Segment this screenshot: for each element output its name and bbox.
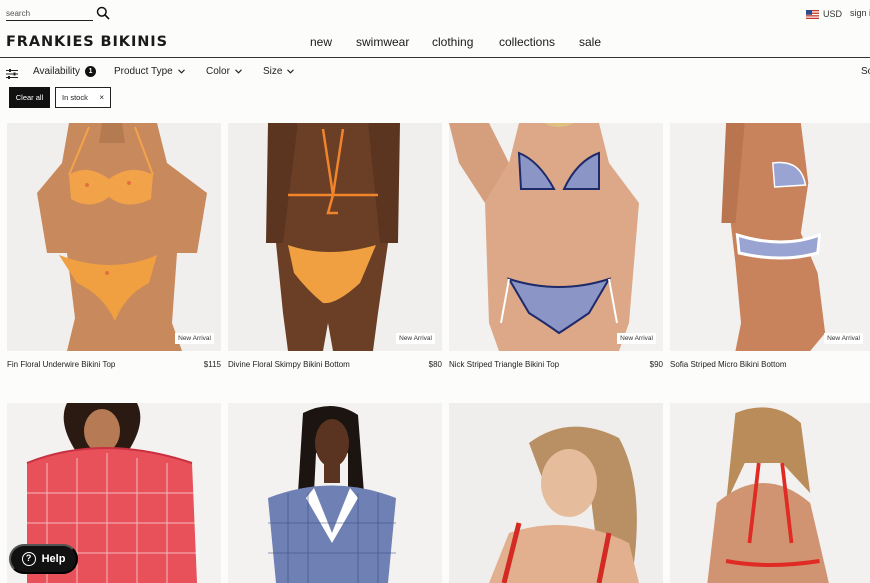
product-image[interactable]: New Arrival xyxy=(670,123,870,351)
clear-all-button[interactable]: Clear all xyxy=(9,87,50,108)
help-label: Help xyxy=(41,553,66,565)
question-icon: ? xyxy=(21,552,36,566)
product-card[interactable]: New Arrival Fin Floral Underwire Bikini … xyxy=(7,123,221,373)
product-price: $80 xyxy=(428,360,442,369)
chevron-down-icon xyxy=(235,69,242,74)
product-name[interactable]: Nick Striped Triangle Bikini Top xyxy=(449,360,559,369)
product-image[interactable] xyxy=(670,403,870,583)
nav-swimwear[interactable]: swimwear xyxy=(356,35,409,49)
top-bar: USD sign in xyxy=(0,0,870,28)
us-flag-icon xyxy=(806,9,819,19)
availability-count-badge: 1 xyxy=(85,66,97,77)
help-button[interactable]: ? Help xyxy=(9,544,78,574)
sign-in-link[interactable]: sign in xyxy=(850,8,870,18)
product-price: $90 xyxy=(649,360,663,369)
product-card[interactable]: New Arrival Divine Floral Skimpy Bikini … xyxy=(228,123,442,373)
filter-availability-label: Availability xyxy=(33,66,81,77)
nav-sale[interactable]: sale xyxy=(579,35,601,49)
product-card[interactable] xyxy=(449,403,663,583)
chevron-down-icon xyxy=(287,69,295,74)
chip-label: In stock xyxy=(62,93,88,102)
search-form xyxy=(6,6,110,22)
sort-dropdown[interactable]: Sort xyxy=(861,66,870,77)
filter-size[interactable]: Size xyxy=(263,66,295,77)
chevron-down-icon xyxy=(177,69,185,74)
header-divider xyxy=(0,57,870,58)
product-card[interactable]: New Arrival Sofia Striped Micro Bikini B… xyxy=(670,123,870,373)
product-name[interactable]: Divine Floral Skimpy Bikini Bottom xyxy=(228,360,350,369)
filter-sliders-icon[interactable] xyxy=(6,67,18,79)
product-card[interactable] xyxy=(228,403,442,583)
product-card[interactable] xyxy=(670,403,870,583)
product-price: $115 xyxy=(203,360,221,369)
filter-bar: Availability 1 Product Type Color Size S… xyxy=(0,66,870,82)
currency-selector[interactable]: USD xyxy=(806,8,842,20)
new-arrival-badge: New Arrival xyxy=(396,333,435,344)
nav-collections[interactable]: collections xyxy=(499,35,555,49)
active-filter-chip[interactable]: In stock × xyxy=(55,87,111,108)
currency-label: USD xyxy=(823,9,843,19)
search-icon[interactable] xyxy=(96,6,110,20)
new-arrival-badge: New Arrival xyxy=(175,333,214,344)
filter-color[interactable]: Color xyxy=(206,66,242,77)
filter-size-label: Size xyxy=(263,66,283,77)
new-arrival-badge: New Arrival xyxy=(824,333,863,344)
main-nav: new swimwear clothing collections sale xyxy=(0,35,870,51)
new-arrival-badge: New Arrival xyxy=(617,333,656,344)
product-image[interactable]: New Arrival xyxy=(228,123,442,351)
filter-availability[interactable]: Availability 1 xyxy=(33,66,97,77)
product-card[interactable]: New Arrival Nick Striped Triangle Bikini… xyxy=(449,123,663,373)
product-image[interactable] xyxy=(449,403,663,583)
close-icon[interactable]: × xyxy=(99,93,104,102)
search-input[interactable] xyxy=(6,6,93,21)
product-image[interactable]: New Arrival xyxy=(449,123,663,351)
product-name[interactable]: Sofia Striped Micro Bikini Bottom xyxy=(670,360,787,369)
filter-product-type[interactable]: Product Type xyxy=(114,66,185,77)
nav-new[interactable]: new xyxy=(310,35,332,49)
filter-product-type-label: Product Type xyxy=(114,66,173,77)
filter-color-label: Color xyxy=(206,66,230,77)
product-image[interactable]: New Arrival xyxy=(7,123,221,351)
nav-clothing[interactable]: clothing xyxy=(432,35,473,49)
product-image[interactable] xyxy=(228,403,442,583)
product-name[interactable]: Fin Floral Underwire Bikini Top xyxy=(7,360,115,369)
